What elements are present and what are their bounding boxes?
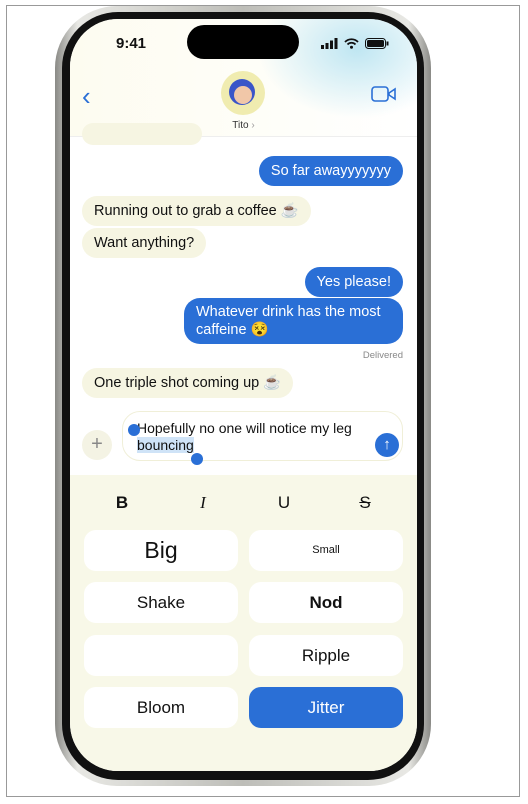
battery-icon [365,38,389,49]
wifi-icon [344,38,359,49]
send-button[interactable]: ↑ [375,433,399,457]
delivered-status: Delivered [362,350,403,361]
message-input[interactable]: Hopefully no one will notice my leg boun… [122,411,403,461]
effect-jitter[interactable]: Jitter [249,687,403,728]
italic-button[interactable]: I [183,493,223,513]
back-button[interactable]: ‹ [82,81,91,112]
effect-nod[interactable]: Nod [249,582,403,623]
effect-blank[interactable] [84,635,238,676]
input-text: Hopefully no one will notice my leg [137,420,352,436]
effect-small[interactable]: Small [249,530,403,571]
effect-big[interactable]: Big [84,530,238,571]
message-bubble: One triple shot coming up ☕ [82,368,294,398]
underline-button[interactable]: U [264,493,304,513]
message-bubble: Want anything? [82,228,207,258]
effect-ripple[interactable]: Ripple [249,635,403,676]
selection-end-handle[interactable] [191,453,203,465]
signal-icon [321,38,338,49]
avatar[interactable] [221,71,265,115]
chevron-right-icon: › [251,120,255,131]
effect-shake[interactable]: Shake [84,582,238,623]
message-bubble: Yes please! [304,267,403,297]
strikethrough-button[interactable]: S [345,493,385,513]
message-bubble: Running out to grab a coffee ☕ [82,196,311,226]
status-icons [321,38,389,49]
dynamic-island [187,25,299,59]
video-call-icon[interactable] [371,85,397,103]
selection-start-handle[interactable] [128,424,140,436]
bold-button[interactable]: B [102,493,142,513]
message-bubble: Whatever drink has the most caffeine 😵 [184,298,403,344]
memoji-icon [229,79,255,105]
plus-button[interactable]: + [82,430,112,460]
contact-label: Tito [232,120,249,131]
status-time: 9:41 [116,35,147,52]
text-effects-panel: B I U S Big Small Shake Nod Ripple Bloom… [70,475,417,771]
screen: 9:41 ‹ Tito › So far awayyyyyyy Running … [70,19,417,771]
message-bubble: So far awayyyyyyy [258,156,403,186]
message-bubble-partial [82,123,202,145]
selected-text: bouncing [137,437,194,453]
effect-bloom[interactable]: Bloom [84,687,238,728]
